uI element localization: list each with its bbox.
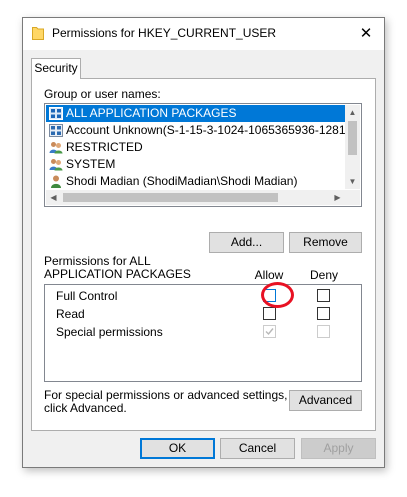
perm-name-full-control: Full Control <box>56 289 118 303</box>
list-item-label: RESTRICTED <box>66 140 143 154</box>
advanced-button[interactable]: Advanced <box>289 390 362 411</box>
deny-read-checkbox[interactable] <box>317 307 330 320</box>
group-packages-icon <box>49 107 63 120</box>
group-names-list[interactable]: ALL APPLICATION PACKAGES Account Unknown… <box>44 103 362 207</box>
scroll-left-arrow-icon[interactable]: ◀ <box>46 190 61 205</box>
list-item-label: ALL APPLICATION PACKAGES <box>66 106 237 120</box>
list-item-label: SYSTEM <box>66 157 116 171</box>
user-icon <box>51 175 61 188</box>
close-button[interactable]: ✕ <box>356 24 376 44</box>
ok-button[interactable]: OK <box>140 438 215 459</box>
permissions-label: Permissions for ALL APPLICATION PACKAGES <box>44 255 191 281</box>
deny-special-permissions-checkbox <box>317 325 330 338</box>
title-bar: Permissions for HKEY_CURRENT_USER ✕ <box>23 18 384 50</box>
security-panel: Group or user names: ALL APPLICATION PAC… <box>31 78 376 431</box>
window-title: Permissions for HKEY_CURRENT_USER <box>52 26 277 40</box>
list-item-restricted[interactable]: RESTRICTED <box>46 139 345 156</box>
special-permissions-note: For special permissions or advanced sett… <box>44 389 287 415</box>
dialog-footer: OK Cancel Apply <box>23 431 384 467</box>
list-item-system[interactable]: SYSTEM <box>46 156 345 173</box>
deny-full-control-checkbox[interactable] <box>317 289 330 302</box>
vertical-scroll-thumb[interactable] <box>348 121 357 155</box>
allow-column-header: Allow <box>254 268 284 282</box>
unknown-account-icon <box>49 124 63 137</box>
cancel-button[interactable]: Cancel <box>220 438 295 459</box>
perm-name-read: Read <box>56 307 85 321</box>
list-item-shodi-madian[interactable]: Shodi Madian (ShodiMadian\Shodi Madian) <box>46 173 345 189</box>
vertical-scrollbar[interactable]: ▲ ▼ <box>345 105 360 189</box>
allow-full-control-checkbox[interactable] <box>263 289 276 302</box>
horizontal-scrollbar[interactable]: ◀ ▶ <box>46 190 345 205</box>
list-item-label: Shodi Madian (ShodiMadian\Shodi Madian) <box>66 174 298 188</box>
add-button[interactable]: Add... <box>209 232 284 253</box>
horizontal-scroll-thumb[interactable] <box>63 193 278 202</box>
scroll-down-arrow-icon[interactable]: ▼ <box>345 174 360 189</box>
deny-column-header: Deny <box>309 268 338 282</box>
close-icon: ✕ <box>359 25 373 42</box>
remove-button[interactable]: Remove <box>289 232 362 253</box>
list-item-all-application-packages[interactable]: ALL APPLICATION PACKAGES <box>46 105 345 122</box>
scroll-corner <box>345 190 360 205</box>
users-group-icon <box>49 142 63 154</box>
users-group-icon <box>49 159 63 171</box>
scroll-up-arrow-icon[interactable]: ▲ <box>345 105 360 120</box>
special-note-line2: click Advanced. <box>44 401 127 415</box>
list-item-label: Account Unknown(S-1-15-3-1024-1065365936… <box>66 123 345 137</box>
permissions-dialog: Permissions for HKEY_CURRENT_USER ✕ Secu… <box>22 17 385 468</box>
group-names-items: ALL APPLICATION PACKAGES Account Unknown… <box>46 105 345 189</box>
permissions-list: Full Control Read Special permissions <box>44 284 362 382</box>
folder-icon <box>32 27 44 40</box>
scroll-right-arrow-icon[interactable]: ▶ <box>330 190 345 205</box>
perm-name-special-permissions: Special permissions <box>56 325 163 339</box>
list-item-account-unknown[interactable]: Account Unknown(S-1-15-3-1024-1065365936… <box>46 122 345 139</box>
checkmark-icon <box>265 328 274 336</box>
allow-special-permissions-checkbox <box>263 325 276 338</box>
tab-security[interactable]: Security <box>31 58 81 79</box>
group-names-label: Group or user names: <box>44 87 161 101</box>
allow-read-checkbox[interactable] <box>263 307 276 320</box>
apply-button[interactable]: Apply <box>301 438 376 459</box>
permissions-label-line2: APPLICATION PACKAGES <box>44 267 191 281</box>
